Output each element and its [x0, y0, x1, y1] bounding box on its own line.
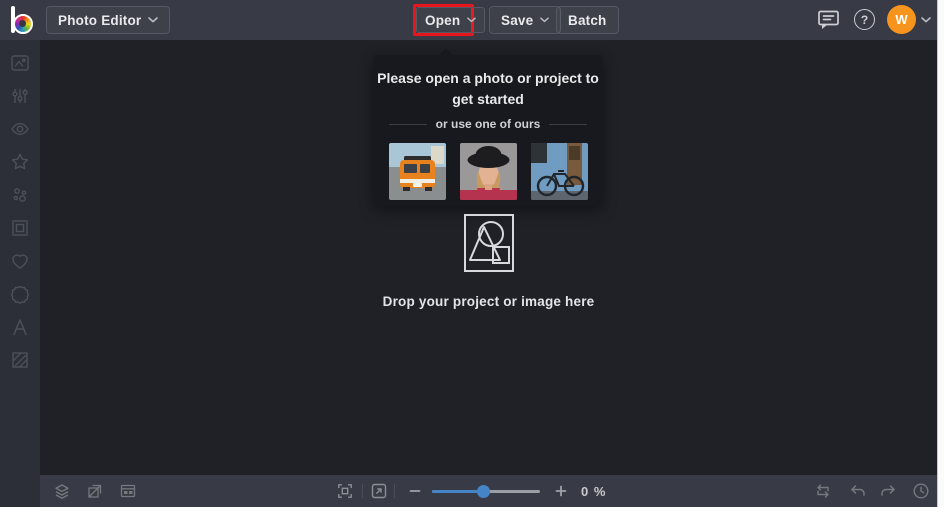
fullscreen-button[interactable]	[370, 482, 388, 500]
drop-label: Drop your project or image here	[382, 294, 595, 309]
befunky-logo-icon[interactable]	[9, 5, 36, 35]
popover-title: Please open a photo or project to get st…	[377, 70, 599, 107]
zoom-slider-fill	[432, 490, 483, 493]
window-edge-strip	[937, 0, 944, 507]
sample-photos	[373, 143, 603, 200]
zoom-in-button[interactable]	[552, 482, 570, 500]
top-toolbar: Photo Editor Open Save Batch ? W	[0, 0, 937, 40]
chevron-down-icon	[540, 17, 550, 23]
sidebar-item-touchup[interactable]	[9, 184, 31, 206]
sidebar-item-overlays[interactable]	[9, 283, 31, 305]
zoom-out-button[interactable]	[406, 482, 424, 500]
drop-shapes-icon	[463, 214, 514, 277]
sample-thumb-blue-bicycle[interactable]	[530, 143, 588, 200]
save-button-label: Save	[501, 12, 534, 28]
feedback-comment-icon[interactable]	[817, 9, 840, 35]
popover-subtitle: or use one of ours	[373, 117, 603, 131]
adjust-sliders-icon	[9, 85, 31, 107]
get-started-popover: Please open a photo or project to get st…	[373, 48, 603, 206]
sample-thumb-orange-van[interactable]	[388, 143, 446, 200]
separator	[394, 484, 395, 498]
text-icon	[9, 316, 31, 338]
sidebar-item-frames[interactable]	[9, 217, 31, 239]
tools-sidebar	[0, 40, 40, 507]
help-glyph: ?	[860, 12, 869, 27]
panels-button[interactable]	[119, 482, 137, 500]
popover-caret	[438, 48, 454, 56]
account-menu[interactable]: W	[887, 5, 931, 34]
compare-toggle-button[interactable]	[814, 482, 832, 500]
photo-editor-app: Photo Editor Open Save Batch ? W Please …	[0, 0, 944, 507]
sidebar-item-effects[interactable]	[9, 118, 31, 140]
effects-eye-icon	[9, 118, 31, 140]
touchup-dots-icon	[9, 184, 31, 206]
drop-target[interactable]: Drop your project or image here	[40, 214, 937, 309]
help-icon[interactable]: ?	[854, 9, 875, 30]
sidebar-item-textures[interactable]	[9, 349, 31, 371]
open-button-label: Open	[425, 12, 461, 28]
canvas-area: Please open a photo or project to get st…	[40, 40, 937, 475]
sidebar-item-edit[interactable]	[9, 52, 31, 74]
history-clock-button[interactable]	[912, 482, 930, 500]
sample-thumb-woman-portrait[interactable]	[459, 143, 517, 200]
avatar[interactable]: W	[887, 5, 916, 34]
batch-button-label: Batch	[568, 12, 607, 28]
zoom-percentage: 0 %	[581, 484, 607, 499]
graphics-heart-icon	[9, 250, 31, 272]
undo-button[interactable]	[848, 482, 866, 500]
open-button-annotation: Open	[413, 4, 486, 36]
chevron-down-icon	[921, 16, 931, 23]
divider-line	[549, 123, 588, 125]
sidebar-item-text[interactable]	[9, 316, 31, 338]
separator	[362, 484, 363, 498]
app-menu-label: Photo Editor	[58, 12, 142, 28]
resize-canvas-button[interactable]	[86, 482, 104, 500]
redo-button[interactable]	[880, 482, 898, 500]
chevron-down-icon	[148, 17, 159, 23]
divider-line	[388, 123, 427, 125]
edit-image-icon	[9, 52, 31, 74]
open-button[interactable]: Open	[416, 7, 486, 33]
avatar-initial: W	[895, 12, 908, 27]
sidebar-item-adjust[interactable]	[9, 85, 31, 107]
sidebar-item-graphics[interactable]	[9, 250, 31, 272]
artsy-star-icon	[9, 151, 31, 173]
layers-button[interactable]	[53, 482, 71, 500]
frames-icon	[9, 217, 31, 239]
batch-button[interactable]: Batch	[556, 6, 619, 34]
sidebar-item-artsy[interactable]	[9, 151, 31, 173]
save-button[interactable]: Save	[489, 6, 562, 34]
bottom-toolbar: 0 %	[40, 475, 937, 507]
zoom-slider-thumb[interactable]	[477, 485, 490, 498]
textures-icon	[9, 349, 31, 371]
overlays-badge-icon	[9, 283, 31, 305]
chevron-down-icon	[467, 17, 477, 23]
fit-to-screen-button[interactable]	[336, 482, 354, 500]
app-menu-button[interactable]: Photo Editor	[46, 6, 171, 34]
color-wheel-icon	[13, 14, 33, 34]
zoom-slider[interactable]	[432, 485, 540, 498]
